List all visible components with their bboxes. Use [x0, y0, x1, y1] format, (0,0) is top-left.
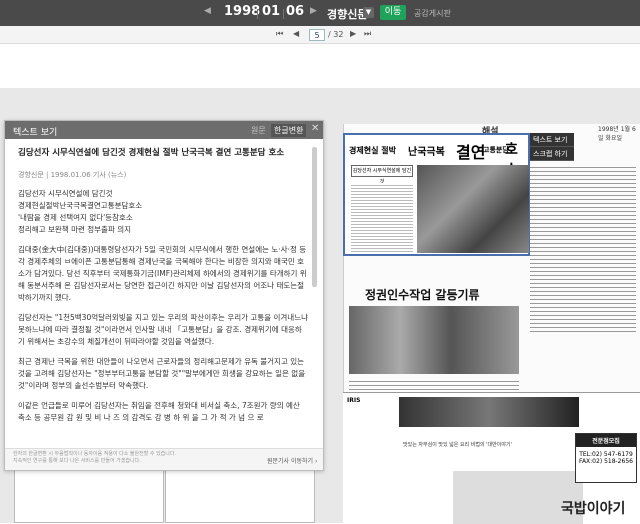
context-menu-item[interactable]: 텍스트 보기 — [530, 133, 574, 147]
adjacent-page-left — [14, 470, 164, 523]
headline-part: 경제현실 절박 — [349, 145, 396, 155]
prev-arrow-icon[interactable]: ◀ — [204, 6, 211, 16]
next-page-icon[interactable]: ▶ — [350, 29, 356, 38]
ad-caption: 맛있는 자부심이 맛있 넓은 요리 비법의 '대반이야기' — [403, 442, 512, 448]
adjacent-page-mid — [165, 470, 315, 523]
text-view-panel: 텍스트 보기 원문 한글변환 ✕ 김당선자 시무식연설에 담긴것 경제현실 절박… — [4, 120, 324, 471]
panel-title: 텍스트 보기 — [13, 128, 58, 138]
context-menu: 텍스트 보기 스크랩 하기 — [530, 133, 574, 161]
day-select[interactable]: 06 — [286, 4, 304, 19]
column-text — [530, 164, 636, 334]
chevron-down-icon[interactable]: ▼ — [363, 7, 374, 18]
total-pages: / 32 — [328, 30, 344, 39]
last-page-icon[interactable]: ⏭ — [364, 29, 371, 39]
subheadline: 김당선자 시무식연설에 담긴것 — [351, 165, 413, 185]
body-paragraph: 최근 경제난 극복을 위한 대안들이 나오면서 근로자들의 정리해고문제가 유독… — [18, 357, 306, 390]
selected-article[interactable]: 경제현실 절박 난국극복 결연 고통분담 호소 김당선자 시무식연설에 담긴것 — [343, 133, 530, 256]
ad-brand: 국밥이야기 — [561, 501, 626, 517]
second-photo — [349, 306, 519, 374]
article-headline: 김당선자 시무식연설에 담긴것 경제현실 절박 난국극복 결연 고통분담 호소 — [18, 148, 285, 158]
footer-note: 한자의 한글변환 시 두음법칙이나 동자이음 적용이 다소 불완전할 수 있습니… — [13, 451, 177, 464]
page-date: 1998년 1월 6일 화요일 — [598, 126, 636, 142]
body-paragraph: 이같은 언급들로 미루어 김당선자는 취임을 전후해 청와대 비서실 축소, 7… — [18, 401, 300, 422]
top-toolbar: ◀ 1998 01 06 ▶ 경향신문 ▼ 이동 공감게시판 — [0, 0, 640, 26]
headline-part: 결연 — [456, 143, 486, 162]
close-icon[interactable]: ✕ — [311, 123, 319, 134]
panel-footer: 한자의 한글변환 시 두음법칙이나 동자이음 적용이 다소 불완전할 수 있습니… — [5, 448, 323, 470]
current-page-input[interactable]: 5 — [309, 29, 325, 41]
context-menu-item[interactable]: 스크랩 하기 — [530, 147, 574, 161]
article-body: 김당선자 시무식연설에 담긴것 경제현실절박난국극복결연고통분담호소 '내땀을 … — [18, 188, 308, 443]
article-meta: 경향신문 | 1998.01.06 기사 (뉴스) — [18, 171, 127, 179]
notice-board-link[interactable]: 공감게시판 — [414, 8, 451, 19]
divider — [283, 9, 284, 19]
body-paragraph: 김대중(金大中(김대중))대통령당선자가 5일 국민회의 시무식에서 행한 연설… — [18, 245, 307, 302]
go-button[interactable]: 이동 — [380, 5, 406, 20]
panel-scrollbar[interactable] — [312, 147, 317, 287]
ad-photo — [399, 397, 579, 427]
column-text — [349, 378, 519, 390]
prev-page-icon[interactable]: ◀ — [293, 29, 299, 38]
ad-logo: IRIS — [347, 397, 361, 404]
month-select[interactable]: 01 — [262, 4, 280, 19]
panel-header: 텍스트 보기 원문 한글변환 ✕ — [5, 121, 323, 139]
first-page-icon[interactable]: ⏮ — [276, 29, 283, 39]
second-headline: 정권인수작업 갈등기류 — [365, 288, 480, 302]
ad-contact-title: 전문점모집 — [576, 434, 636, 447]
advertisement: IRIS 맛있는 자부심이 맛있 넓은 요리 비법의 '대반이야기' 전문점모집… — [343, 392, 640, 524]
translated-tab[interactable]: 한글변환 — [271, 124, 307, 137]
next-arrow-icon[interactable]: ▶ — [310, 6, 317, 16]
page-navigator: ⏮ ◀ 5 / 32 ▶ ⏭ — [0, 26, 640, 44]
article-text-block — [351, 183, 413, 253]
body-paragraph: 김당선자 시무식연설에 담긴것 경제현실절박난국극복결연고통분담호소 '내땀을 … — [18, 189, 143, 234]
original-tab[interactable]: 원문 — [251, 125, 266, 136]
ad-contact-box: 전문점모집 TEL:02) 547-6179 FAX:02) 518-2656 — [575, 433, 637, 483]
ad-phone: TEL:02) 547-6179 — [579, 451, 633, 458]
article-photo — [417, 165, 529, 253]
body-paragraph: 김당선자는 "1천5백30억달러외빚을 지고 있는 우리의 파산이후는 우리가 … — [18, 313, 308, 346]
ad-fax: FAX:02) 518-2656 — [579, 458, 633, 465]
year-select[interactable]: 1998 — [224, 4, 260, 19]
view-original-link[interactable]: 원문기사 이동하기 › — [267, 456, 317, 465]
divider — [257, 9, 258, 19]
newspaper-select[interactable]: 경향신문 — [327, 6, 367, 22]
headline-part: 난국극복 — [408, 147, 445, 158]
